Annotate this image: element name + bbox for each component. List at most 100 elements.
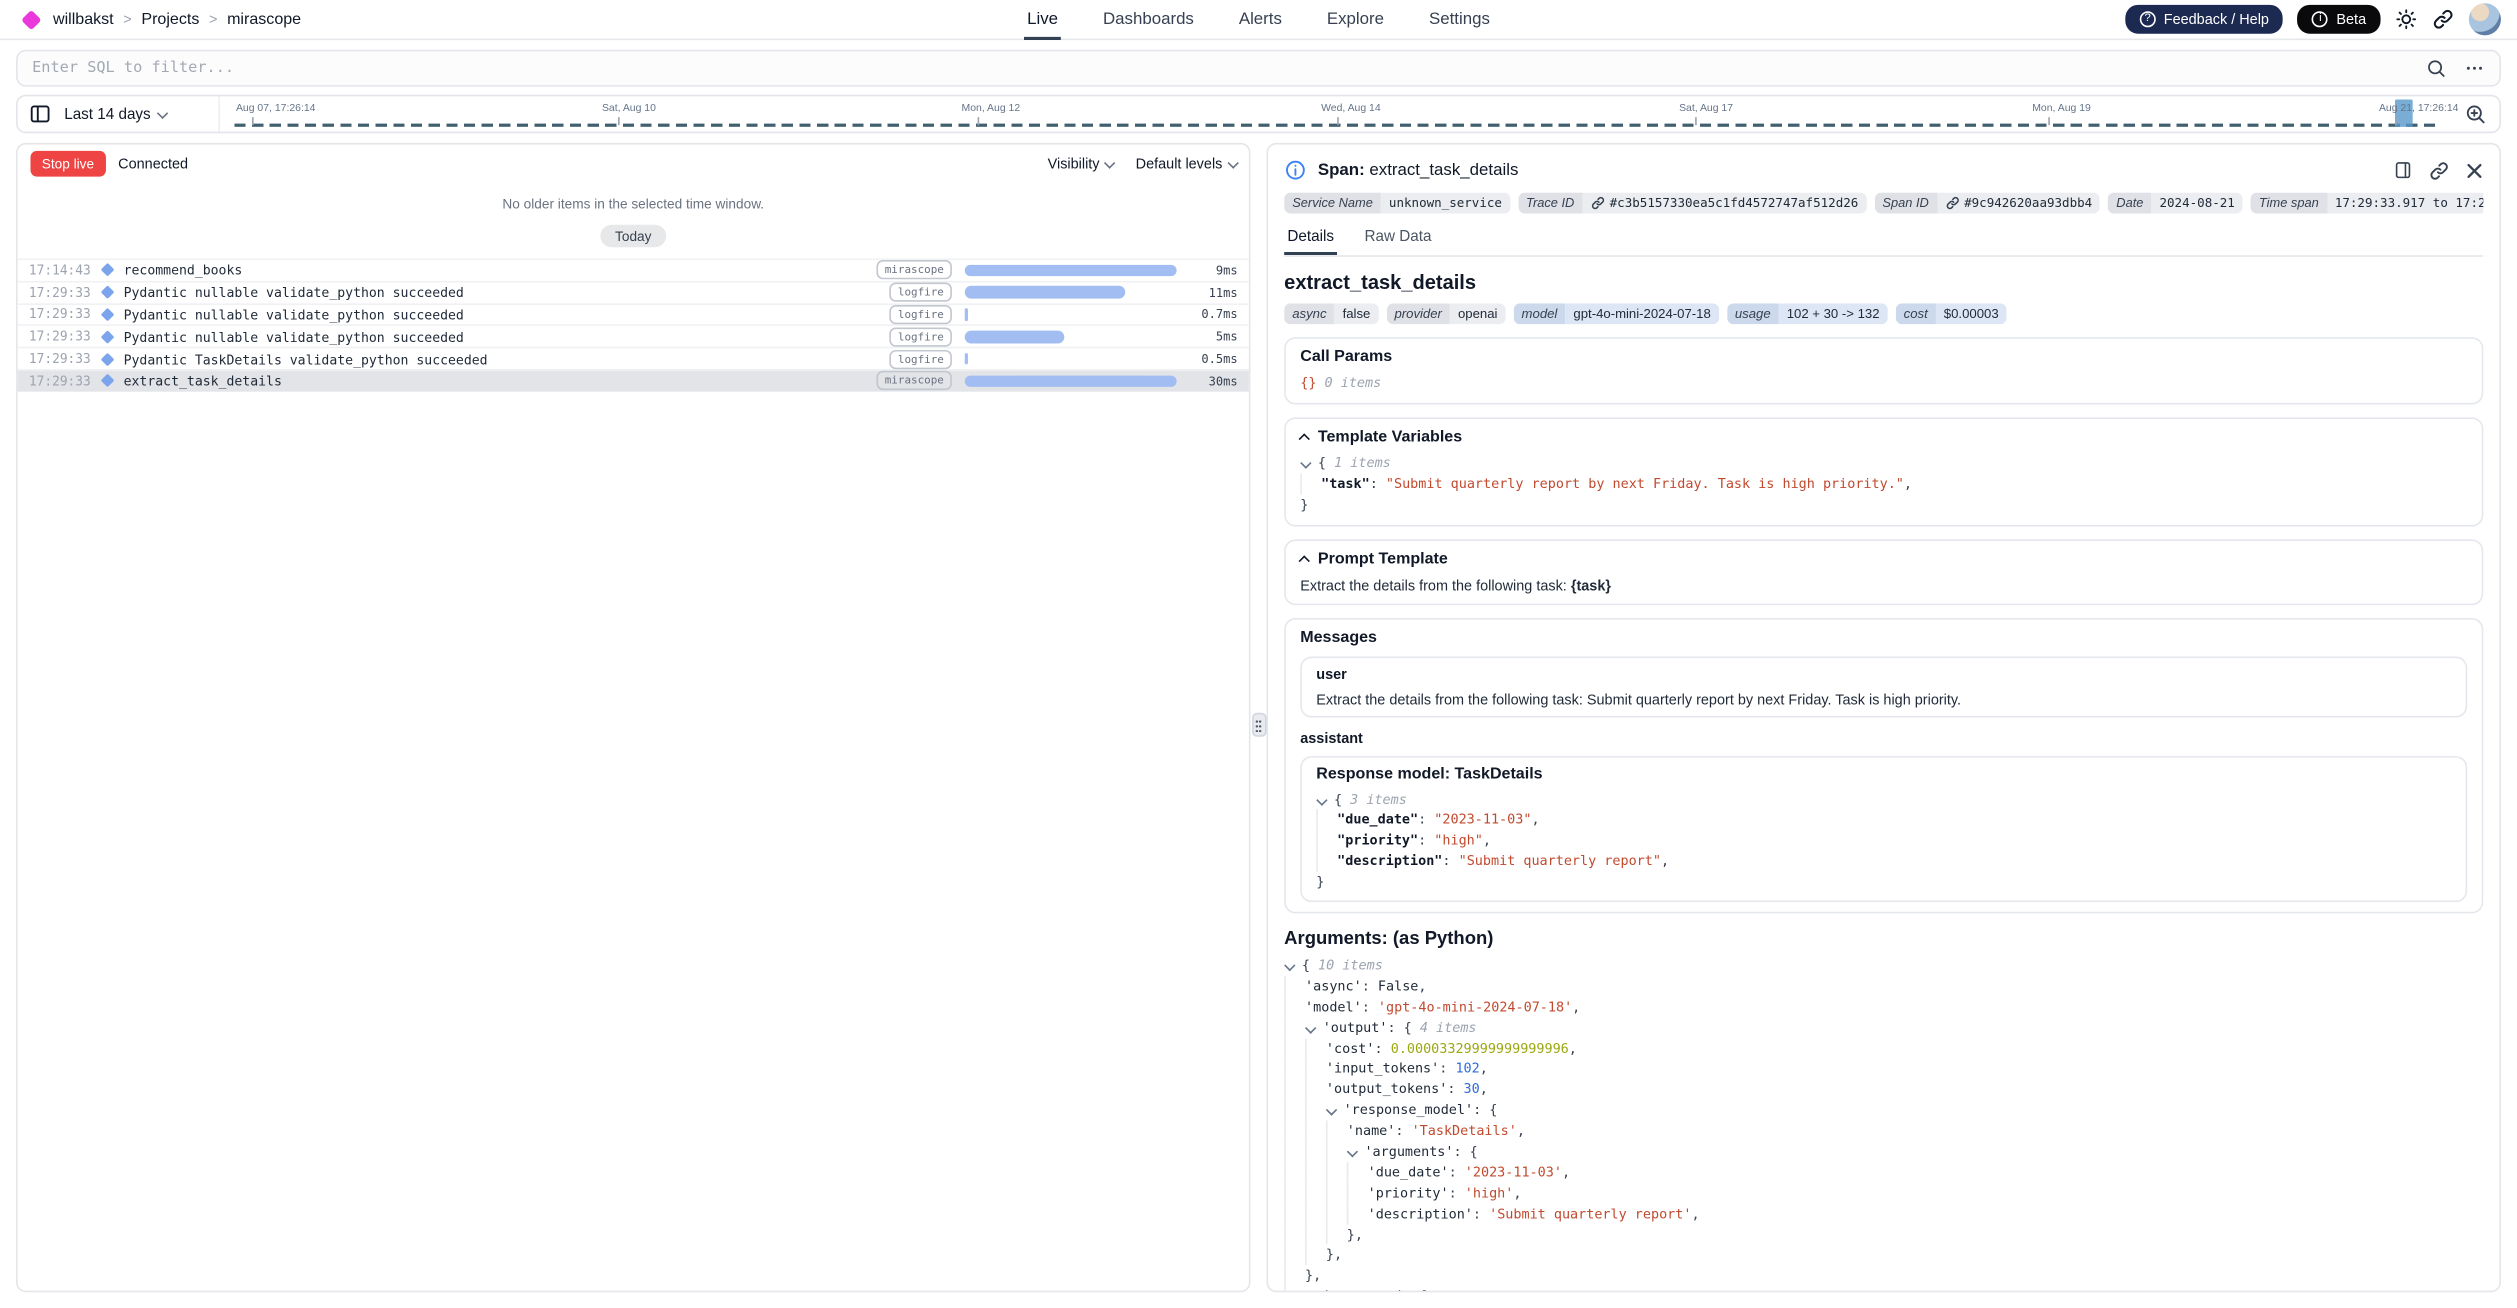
user-avatar[interactable] [2469,3,2501,35]
span-list-row[interactable]: 17:29:33extract_task_detailsmirascope30m… [18,369,1249,391]
span-diamond-icon [101,352,115,366]
indent-guide [1305,1100,1326,1121]
zoom-in-icon[interactable] [2464,103,2486,125]
span-list-row[interactable]: 17:29:33Pydantic nullable validate_pytho… [18,303,1249,325]
indent-guide [1284,1162,1305,1183]
attr-badge-label: usage [1727,303,1779,324]
timeline-scale[interactable]: Aug 07, 17:26:14Sat, Aug 10Mon, Aug 12We… [222,96,2445,131]
code-line: 'description': 'Submit quarterly report'… [1284,1203,2483,1224]
sidebar-toggle-icon[interactable] [29,103,51,125]
attr-badge-label: model [1514,303,1566,324]
sql-filter-input[interactable] [32,59,2425,77]
code-line: }, [1284,1245,2483,1266]
breadcrumb-item[interactable]: mirascope [227,10,301,28]
timeline-tick-label: Aug 21, 17:26:14 [2379,103,2458,114]
user-message-card: user Extract the details from the follow… [1300,656,2467,717]
beta-button[interactable]: i Beta [2298,5,2381,34]
app-window: willbakst>Projects>mirascope LiveDashboa… [0,0,2517,1308]
span-list-row[interactable]: 17:29:33Pydantic nullable validate_pytho… [18,281,1249,303]
time-range-select[interactable]: Last 14 days [64,105,166,123]
indent-guide [1316,810,1337,831]
code-line: { 3 items [1316,789,2451,810]
nav-item-live[interactable]: Live [1024,0,1061,40]
theme-toggle-icon[interactable] [2395,8,2417,30]
span-list-row[interactable]: 17:29:33Pydantic TaskDetails validate_py… [18,347,1249,369]
row-span-name: Pydantic nullable validate_python succee… [124,307,890,323]
template-variables-title: Template Variables [1300,428,2467,446]
tab-details[interactable]: Details [1284,222,1337,256]
nav-item-explore[interactable]: Explore [1324,0,1388,40]
indent-guide [1284,1059,1305,1080]
timeline-tick-label: Mon, Aug 12 [962,103,1021,114]
span-diamond-icon [101,286,115,300]
logfire-logo-icon[interactable] [21,9,41,29]
chevron-down-icon [1104,157,1114,167]
span-list-row[interactable]: 17:14:43recommend_booksmirascope9ms [18,258,1249,280]
collapse-caret-icon[interactable] [1326,1105,1337,1116]
collapse-caret-icon[interactable] [1305,1291,1316,1292]
timeline-tick-label: Mon, Aug 19 [2032,103,2091,114]
chevron-up-icon[interactable] [1299,555,1310,566]
row-scope-badge: logfire [890,349,952,368]
row-duration-bar-track [965,375,1177,387]
collapse-caret-icon[interactable] [1347,1146,1358,1157]
feedback-help-button[interactable]: ? Feedback / Help [2125,5,2283,34]
share-link-icon[interactable] [2432,8,2454,30]
link-icon[interactable] [1590,196,1604,210]
nav-item-dashboards[interactable]: Dashboards [1100,0,1197,40]
stop-live-button[interactable]: Stop live [30,151,105,177]
chevron-down-icon [1227,157,1237,167]
timeline-tick-mark [618,117,620,125]
nav-item-alerts[interactable]: Alerts [1236,0,1286,40]
collapse-caret-icon[interactable] [1316,794,1327,805]
row-duration-bar-track [965,353,1177,365]
response-model-card: Response model: TaskDetails { 3 items"du… [1300,755,2467,902]
span-list-row[interactable]: 17:29:33Pydantic nullable validate_pytho… [18,325,1249,347]
more-options-icon[interactable] [2464,58,2485,79]
breadcrumb-item[interactable]: willbakst [53,10,114,28]
tab-raw-data[interactable]: Raw Data [1361,222,1434,256]
copy-link-icon[interactable] [2429,160,2450,181]
today-separator: Today [601,225,666,247]
link-icon[interactable] [1945,196,1959,210]
timeline-tick-mark [1337,117,1339,125]
chevron-down-icon [157,107,167,117]
visibility-label: Visibility [1048,156,1100,172]
meta-badge-service-name: Service Nameunknown_service [1284,193,1510,214]
indent-guide [1284,1203,1305,1224]
meta-badge-span-id: Span ID#9c942620aa93dbb4 [1874,193,2100,214]
indent-guide [1284,1038,1305,1059]
indent-guide [1326,1141,1347,1162]
collapse-caret-icon[interactable] [1284,960,1295,971]
default-levels-dropdown[interactable]: Default levels [1136,156,1236,172]
code-line: 'output': { 4 items [1284,1017,2483,1038]
collapse-caret-icon[interactable] [1305,1022,1316,1033]
splitter-grip[interactable] [1251,713,1265,737]
visibility-dropdown[interactable]: Visibility [1048,156,1114,172]
nav-item-settings[interactable]: Settings [1426,0,1493,40]
code-line: 'priority': 'high', [1284,1183,2483,1204]
user-message-text: Extract the details from the following t… [1316,691,2451,707]
indent-guide [1305,1079,1326,1100]
timeline-bar: Last 14 days Aug 07, 17:26:14Sat, Aug 10… [16,95,2501,134]
code-line: 'input_tokens': 102, [1284,1059,2483,1080]
breadcrumb-item[interactable]: Projects [141,10,199,28]
code-line: 'name': 'TaskDetails', [1284,1121,2483,1142]
chevron-up-icon[interactable] [1299,434,1310,445]
row-duration-label: 0.7ms [1177,307,1238,321]
indent-guide [1284,1266,1305,1287]
top-header: willbakst>Projects>mirascope LiveDashboa… [0,0,2517,40]
close-icon[interactable] [2466,161,2484,179]
row-duration-label: 11ms [1177,285,1238,299]
panel-splitter[interactable] [1250,143,1266,1292]
span-meta-badges: Service Nameunknown_serviceTrace ID#c3b5… [1284,193,2483,214]
indent-guide [1300,473,1321,494]
row-timestamp: 17:29:33 [29,352,100,366]
search-icon[interactable] [2426,58,2447,79]
timeline-tick-label: Wed, Aug 14 [1321,103,1381,114]
meta-badge-value: #9c942620aa93dbb4 [1937,193,2100,214]
collapse-caret-icon[interactable] [1300,457,1311,468]
breadcrumb-separator: > [123,11,131,27]
open-drawer-icon[interactable] [2393,161,2412,180]
header-actions: ? Feedback / Help i Beta [2125,3,2501,35]
